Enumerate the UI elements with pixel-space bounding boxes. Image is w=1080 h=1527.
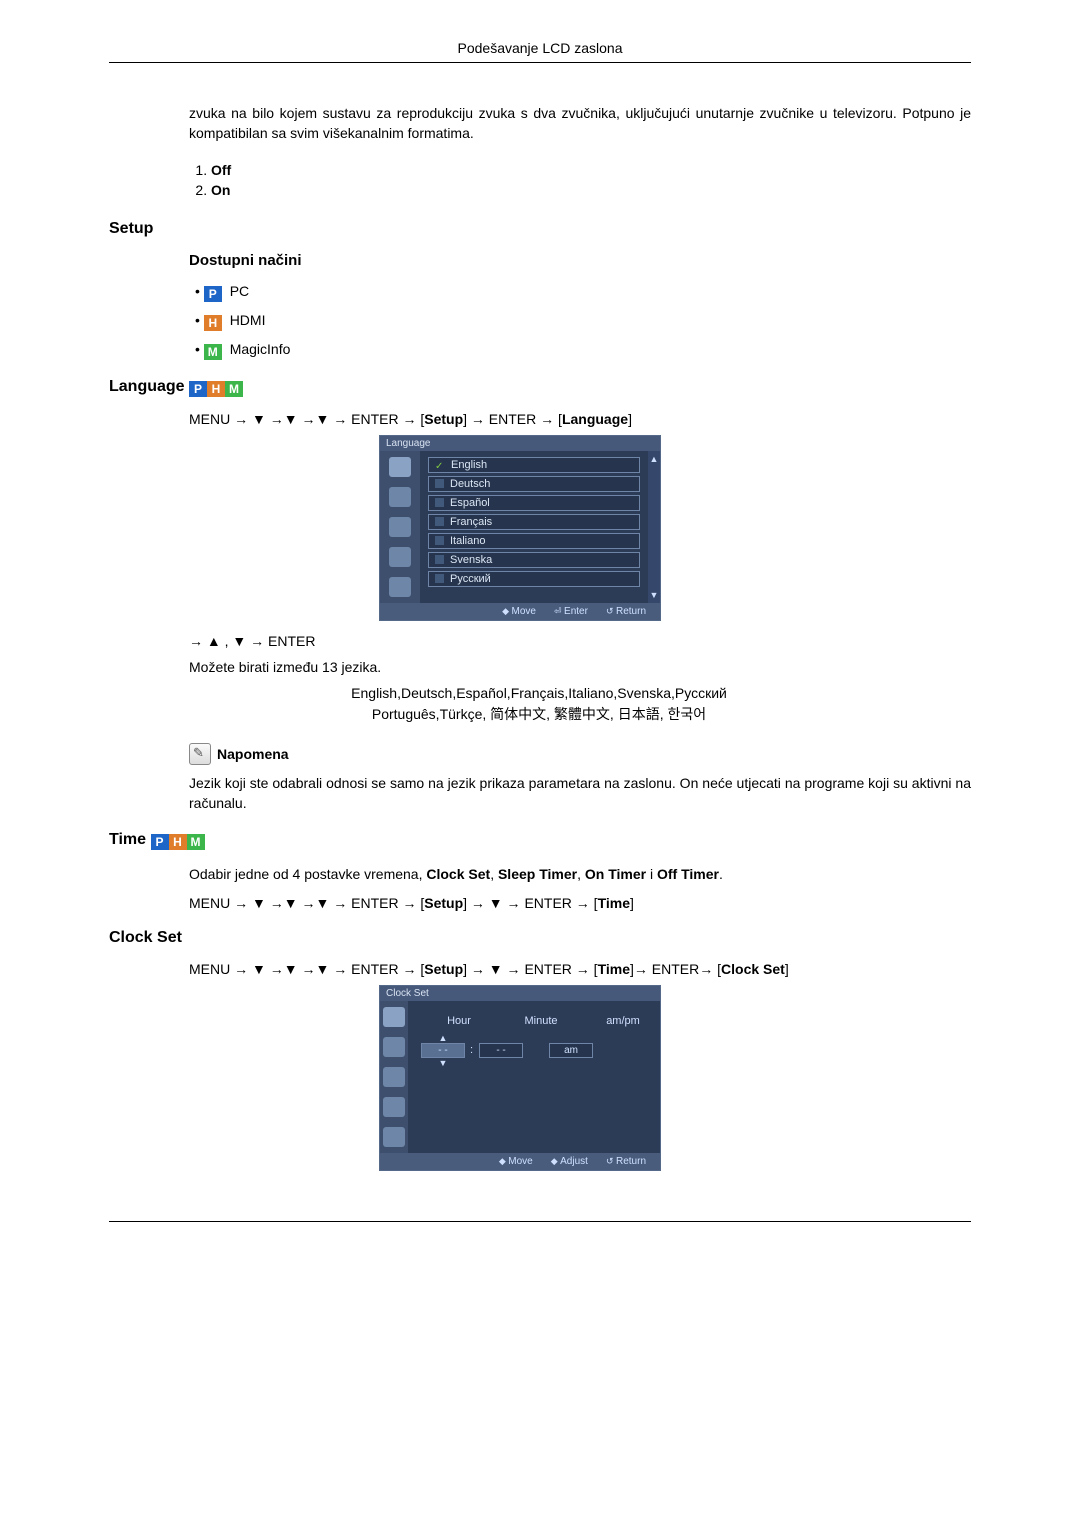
osd-lang-item[interactable]: Svenska [428,552,640,568]
osd-footer: Move Adjust Return [380,1153,660,1170]
osd-side-icon [383,1097,405,1117]
intro-option: On [211,182,971,198]
h-icon: H [169,834,187,850]
setup-heading: Setup [109,220,971,238]
language-osd: Language English Deutsch Español Françai… [379,435,661,621]
p-icon: P [151,834,169,850]
clock-ampm-field[interactable]: am [549,1043,593,1058]
osd-footer: Move Enter Return [380,603,660,620]
language-list: English,Deutsch,Español,Français,Italian… [289,683,789,725]
m-icon: M [204,344,222,360]
osd-lang-item[interactable]: Deutsch [428,476,640,492]
osd-language-list: English Deutsch Español Français Italian… [420,451,648,603]
osd-foot-adjust: Adjust [551,1156,588,1167]
time-menu-path: MENU → ▼ →▼ →▼ → ENTER → [Setup] → ▼ → E… [189,895,971,911]
language-after-osd: → ▲ , ▼ → ENTER [189,633,971,649]
osd-side-icon [389,577,411,597]
osd-scrollbar[interactable]: ▲ ▼ [648,451,660,603]
scroll-up-icon[interactable]: ▲ [650,454,659,464]
osd-foot-return: Return [606,606,646,617]
osd-lang-item[interactable]: Русский [428,571,640,587]
chevron-down-icon[interactable]: ▼ [439,1058,448,1068]
osd-foot-move: Move [502,606,536,617]
clock-hour-field[interactable]: - - [421,1043,465,1058]
mode-item: P PC [195,283,971,302]
osd-side-icon [389,457,411,477]
osd-foot-move: Move [499,1156,533,1167]
osd-title: Clock Set [380,986,660,1001]
clockset-heading: Clock Set [109,929,971,947]
h-icon: H [204,315,222,331]
osd-side-icon [389,547,411,567]
osd-side-icon [383,1007,405,1027]
osd-sidebar [380,1001,408,1153]
osd-side-icon [389,487,411,507]
p-icon: P [204,286,222,302]
modes-heading: Dostupni načini [189,252,971,269]
osd-foot-return: Return [606,1156,646,1167]
m-icon: M [225,381,243,397]
clockset-osd: Clock Set Hour Minute am/pm [379,985,661,1171]
time-desc: Odabir jedne od 4 postavke vremena, Cloc… [189,864,971,884]
note-icon [189,743,211,765]
mode-item: H HDMI [195,312,971,331]
page-header: Podešavanje LCD zaslona [109,40,971,62]
clock-headers: Hour Minute am/pm [434,1015,648,1027]
osd-foot-enter: Enter [554,606,588,617]
mode-label: PC [230,283,249,299]
language-body: Možete birati između 13 jezika. [189,657,971,677]
osd-side-icon [383,1067,405,1087]
language-heading: Language PHM [109,378,971,397]
clock-values: ▲ - - ▼ : - - am [422,1033,648,1068]
clock-minute-field[interactable]: - - [479,1043,523,1058]
osd-lang-item[interactable]: Italiano [428,533,640,549]
mode-label: HDMI [230,312,266,328]
osd-side-icon [383,1127,405,1147]
h-icon: H [207,381,225,397]
language-menu-path: MENU → ▼ →▼ →▼ → ENTER → [Setup] → ENTER… [189,411,971,427]
mode-label: MagicInfo [230,341,291,357]
osd-side-icon [383,1037,405,1057]
intro-paragraph: zvuka na bilo kojem sustavu za reprodukc… [189,103,971,144]
intro-option: Off [211,162,971,178]
mode-item: M MagicInfo [195,341,971,360]
osd-lang-item[interactable]: Français [428,514,640,530]
scroll-down-icon[interactable]: ▼ [650,590,659,600]
note-text: Jezik koji ste odabrali odnosi se samo n… [189,773,971,814]
osd-side-icon [389,517,411,537]
note-label: Napomena [217,746,289,762]
osd-sidebar [380,451,420,603]
osd-title: Language [380,436,660,451]
p-icon: P [189,381,207,397]
clockset-menu-path: MENU → ▼ →▼ →▼ → ENTER → [Setup] → ▼ → E… [189,961,971,977]
osd-lang-item[interactable]: Español [428,495,640,511]
time-heading: Time PHM [109,831,971,850]
chevron-up-icon[interactable]: ▲ [439,1033,448,1043]
osd-lang-item[interactable]: English [428,457,640,473]
m-icon: M [187,834,205,850]
